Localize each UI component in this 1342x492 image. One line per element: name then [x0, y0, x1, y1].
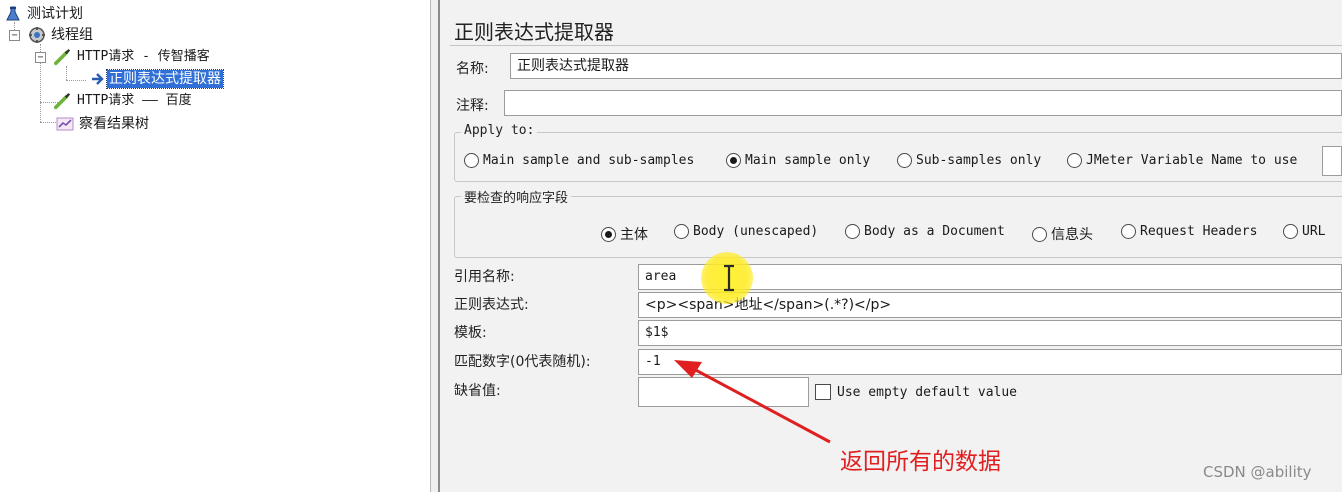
radio-indicator	[1067, 153, 1082, 168]
response-field-title: 要检查的响应字段	[461, 187, 572, 206]
radio-label: 主体	[620, 227, 648, 243]
name-field[interactable]: 正则表达式提取器	[510, 53, 1342, 79]
apply-jmeter-variable-radio[interactable]: JMeter Variable Name to use	[1067, 153, 1297, 168]
tree-node-label: HTTP请求 —— 百度	[77, 93, 192, 108]
regex-extractor-panel: 正则表达式提取器 名称: 正则表达式提取器 注释: Apply to: Main…	[440, 0, 1342, 492]
radio-label: Body (unescaped)	[693, 224, 819, 239]
radio-label: URL	[1302, 224, 1326, 239]
thread-group-icon	[28, 26, 46, 44]
apply-main-only-radio[interactable]: Main sample only	[726, 153, 870, 168]
tree-node-test-plan[interactable]: 测试计划	[4, 4, 85, 24]
radio-indicator	[845, 224, 860, 239]
radio-label: JMeter Variable Name to use	[1086, 153, 1298, 168]
radio-indicator	[726, 153, 741, 168]
regex-extractor-icon	[88, 70, 106, 88]
checkbox-label: Use empty default value	[837, 384, 1018, 400]
page-title: 正则表达式提取器	[454, 20, 614, 44]
field-request-headers-radio[interactable]: Request Headers	[1121, 224, 1257, 239]
radio-label: Body as a Document	[864, 224, 1005, 239]
tree-node-label: 察看结果树	[79, 116, 149, 132]
jmeter-variable-name-input[interactable]	[1322, 146, 1342, 176]
split-pane-divider[interactable]	[430, 0, 440, 492]
radio-indicator	[674, 224, 689, 239]
radio-indicator	[897, 153, 912, 168]
ref-name-label: 引用名称:	[454, 269, 515, 285]
checkbox-indicator	[815, 384, 831, 400]
text-cursor-icon	[724, 264, 734, 292]
regex-label: 正则表达式:	[454, 297, 529, 313]
results-tree-icon	[56, 115, 74, 133]
field-url-radio[interactable]: URL	[1283, 224, 1325, 239]
template-label: 模板:	[454, 325, 487, 341]
radio-indicator	[1032, 226, 1047, 242]
comment-field[interactable]	[504, 90, 1342, 116]
field-body-as-document-radio[interactable]: Body as a Document	[845, 224, 1005, 239]
tree-node-label: HTTP请求 - 传智播客	[77, 49, 210, 64]
radio-label: Request Headers	[1140, 224, 1258, 239]
tree-node-thread-group[interactable]: 线程组	[28, 25, 95, 45]
radio-indicator	[601, 226, 616, 242]
apply-sub-only-radio[interactable]: Sub-samples only	[897, 153, 1041, 168]
apply-to-title: Apply to:	[461, 123, 538, 138]
radio-label: 信息头	[1051, 227, 1093, 243]
comment-label: 注释:	[456, 98, 489, 114]
annotation-text: 返回所有的数据	[840, 449, 1001, 475]
use-empty-default-checkbox[interactable]: Use empty default value	[815, 384, 1017, 400]
radio-indicator	[1121, 224, 1136, 239]
collapse-thread-group-toggle[interactable]: −	[9, 30, 20, 41]
template-field[interactable]: $1$	[638, 320, 1342, 346]
tree-node-label: 测试计划	[27, 6, 83, 22]
radio-label: Sub-samples only	[916, 153, 1042, 168]
radio-label: Main sample only	[745, 153, 871, 168]
match-no-field[interactable]: -1	[638, 349, 1342, 375]
test-plan-tree: 测试计划 − 线程组 − HTTP请求 - 传智播客 正则表达式提取器 HTTP…	[0, 0, 430, 492]
tree-node-view-results-tree[interactable]: 察看结果树	[56, 114, 151, 134]
name-label: 名称:	[456, 61, 489, 77]
title-divider	[450, 45, 1342, 46]
tree-node-label: 线程组	[51, 27, 93, 43]
default-value-field[interactable]	[638, 377, 809, 407]
match-no-label: 匹配数字(0代表随机):	[454, 354, 591, 370]
test-plan-icon	[4, 5, 22, 23]
radio-indicator	[1283, 224, 1298, 239]
radio-label: Main sample and sub-samples	[483, 153, 695, 168]
field-body-unescaped-radio[interactable]: Body (unescaped)	[674, 224, 818, 239]
tree-node-regex-extractor[interactable]: 正则表达式提取器	[88, 69, 224, 89]
collapse-http-request-toggle[interactable]: −	[35, 52, 46, 63]
default-value-label: 缺省值:	[454, 383, 501, 399]
watermark: CSDN @ability	[1203, 463, 1312, 481]
field-headers-radio[interactable]: 信息头	[1032, 224, 1093, 244]
apply-main-and-sub-radio[interactable]: Main sample and sub-samples	[464, 153, 694, 168]
tree-node-http-request-itcast[interactable]: HTTP请求 - 传智播客	[54, 47, 212, 67]
radio-indicator	[464, 153, 479, 168]
http-sampler-icon	[54, 92, 72, 110]
http-sampler-icon	[54, 48, 72, 66]
field-body-radio[interactable]: 主体	[601, 224, 648, 244]
tree-node-http-request-baidu[interactable]: HTTP请求 —— 百度	[54, 91, 194, 111]
tree-node-label: 正则表达式提取器	[106, 69, 224, 89]
